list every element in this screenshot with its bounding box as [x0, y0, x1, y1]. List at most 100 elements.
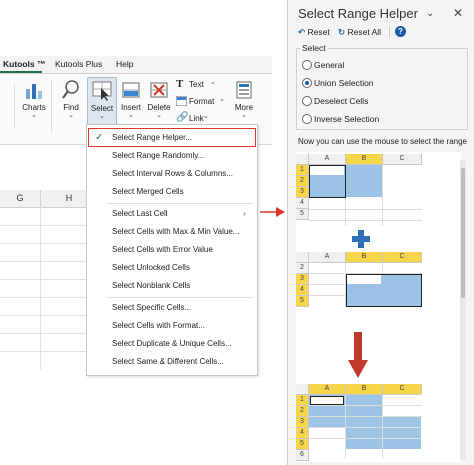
- menu-item-select-nonblank-cells[interactable]: Select Nonblank Cells: [87, 277, 257, 295]
- menu-item-select-max-min[interactable]: Select Cells with Max & Min Value...: [87, 223, 257, 241]
- mini-gridline: [309, 273, 422, 274]
- find-label: Find: [63, 103, 79, 112]
- radio-label-union-selection[interactable]: Union Selection: [314, 78, 374, 88]
- selection-border: [346, 274, 422, 307]
- mini-row-header: 3: [296, 187, 309, 198]
- toolbar-divider: [389, 26, 390, 38]
- tab-kutools[interactable]: Kutools ™: [3, 59, 46, 69]
- mini-gridline: [345, 395, 346, 459]
- chevron-down-icon: ⌄: [128, 112, 134, 119]
- mini-gridline: [309, 295, 346, 296]
- menu-item-select-cells-with-format[interactable]: Select Cells with Format...: [87, 317, 257, 335]
- mini-col-header: B: [346, 384, 383, 395]
- reset-label: Reset: [307, 27, 330, 37]
- charts-button[interactable]: Charts ⌄: [20, 77, 48, 120]
- menu-item-select-duplicate-unique[interactable]: Select Duplicate & Unique Cells...: [87, 335, 257, 353]
- chevron-down-icon: ⌄: [99, 113, 105, 120]
- mini-gridline: [309, 284, 346, 285]
- chevron-down-icon: ⌄: [241, 112, 247, 119]
- select-label: Select: [90, 104, 114, 113]
- illustration-area: A B C 1 2 3 4 5 A B C 2 3 4 5 A B C 1 2 …: [296, 152, 461, 462]
- panel-title: Select Range Helper: [298, 6, 418, 21]
- mini-corner: [296, 384, 309, 395]
- mini-gridline: [309, 438, 422, 439]
- radio-deselect-cells[interactable]: [302, 96, 312, 106]
- chevron-right-icon: ›: [243, 209, 246, 218]
- chevron-down-icon: ⌄: [210, 79, 216, 86]
- menu-item-select-unlocked-cells[interactable]: Select Unlocked Cells: [87, 259, 257, 277]
- mini-row-header: 5: [296, 296, 309, 307]
- find-button[interactable]: Find ⌄: [57, 77, 85, 120]
- tab-help[interactable]: Help: [116, 59, 133, 69]
- mini-sheet-before: A B C 1 2 3 4 5: [296, 154, 422, 226]
- insert-button[interactable]: Insert ⌄: [117, 77, 145, 120]
- mini-row-header: 5: [296, 439, 309, 450]
- menu-item-select-merged-cells[interactable]: Select Merged Cells: [87, 183, 257, 201]
- chevron-down-icon: ⌄: [156, 112, 162, 119]
- mini-gridline: [345, 263, 346, 307]
- delete-label: Delete: [147, 103, 171, 112]
- menu-item-select-interval-rows-columns[interactable]: Select Interval Rows & Columns...: [87, 165, 257, 183]
- reset-all-button[interactable]: ↻ Reset All: [338, 27, 381, 38]
- column-header-g[interactable]: G: [0, 190, 41, 208]
- radio-union-selection[interactable]: [302, 78, 312, 88]
- format-label: Format: [189, 97, 215, 106]
- mini-sheet-add: A B C 2 3 4 5: [296, 252, 422, 324]
- reset-all-label: Reset All: [347, 27, 382, 37]
- scrollbar-thumb[interactable]: [461, 168, 465, 298]
- mini-gridline: [309, 220, 422, 221]
- mini-col-header: C: [383, 154, 422, 165]
- text-icon: T: [176, 78, 184, 90]
- mini-row-header: 2: [296, 263, 309, 274]
- menu-item-select-last-cell[interactable]: Select Last Cell ›: [87, 205, 257, 223]
- chevron-down-icon: ⌄: [31, 112, 37, 119]
- mini-gridline: [345, 198, 346, 226]
- mini-col-header: A: [309, 252, 346, 263]
- select-group-legend: Select: [300, 43, 328, 53]
- more-button[interactable]: More ⌄: [232, 77, 256, 120]
- text-button[interactable]: T Text ⌄: [176, 78, 234, 92]
- menu-item-select-error-value[interactable]: Select Cells with Error Value: [87, 241, 257, 259]
- close-icon[interactable]: ✕: [453, 6, 463, 20]
- radio-label-general[interactable]: General: [314, 60, 344, 70]
- chevron-down-icon[interactable]: ⌄: [426, 8, 434, 19]
- menu-item-label: Select Last Cell: [112, 209, 168, 218]
- mini-col-header: B: [346, 154, 383, 165]
- refresh-icon: ↻: [338, 27, 346, 37]
- link-label: Link: [189, 114, 204, 123]
- mini-gridline: [309, 416, 422, 417]
- radio-label-inverse-selection[interactable]: Inverse Selection: [314, 114, 379, 124]
- reset-button[interactable]: ↶ Reset: [298, 27, 330, 38]
- chevron-down-icon: ⌄: [219, 96, 225, 103]
- mini-row-header: 3: [296, 274, 309, 285]
- selection-border: [309, 165, 346, 198]
- menu-item-select-specific-cells[interactable]: Select Specific Cells...: [87, 299, 257, 317]
- tab-kutools-plus[interactable]: Kutools Plus: [55, 59, 102, 69]
- delete-icon: [149, 79, 169, 101]
- menu-item-label: Select Cells with Format...: [112, 321, 205, 330]
- select-cursor-icon: [92, 80, 112, 102]
- arrow-right-icon: [260, 207, 285, 217]
- radio-general[interactable]: [302, 60, 312, 70]
- menu-item-select-range-randomly[interactable]: Select Range Randomly...: [87, 147, 257, 165]
- mini-row-header: 6: [296, 450, 309, 461]
- menu-item-label: Select Nonblank Cells: [112, 281, 191, 290]
- radio-label-deselect-cells[interactable]: Deselect Cells: [314, 96, 368, 106]
- charts-label: Charts: [22, 103, 46, 112]
- delete-button[interactable]: Delete ⌄: [145, 77, 173, 120]
- mini-gridline: [309, 405, 422, 406]
- menu-item-label: Select Unlocked Cells: [112, 263, 190, 272]
- mini-col-header: B: [346, 252, 383, 263]
- format-button[interactable]: Format ⌄: [176, 95, 236, 109]
- select-range-helper-panel: Select Range Helper ⌄ ✕ ↶ Reset ↻ Reset …: [287, 0, 474, 465]
- menu-item-select-same-different[interactable]: Select Same & Different Cells...: [87, 353, 257, 371]
- help-icon[interactable]: ?: [395, 26, 406, 37]
- menu-separator: [107, 203, 253, 204]
- mini-row-header: 1: [296, 165, 309, 176]
- mini-gridline: [382, 263, 383, 274]
- more-icon: [234, 79, 254, 101]
- active-cell: [310, 396, 344, 405]
- menu-item-label: Select Cells with Error Value: [112, 245, 213, 254]
- radio-inverse-selection[interactable]: [302, 114, 312, 124]
- menu-item-label: Select Specific Cells...: [112, 303, 192, 312]
